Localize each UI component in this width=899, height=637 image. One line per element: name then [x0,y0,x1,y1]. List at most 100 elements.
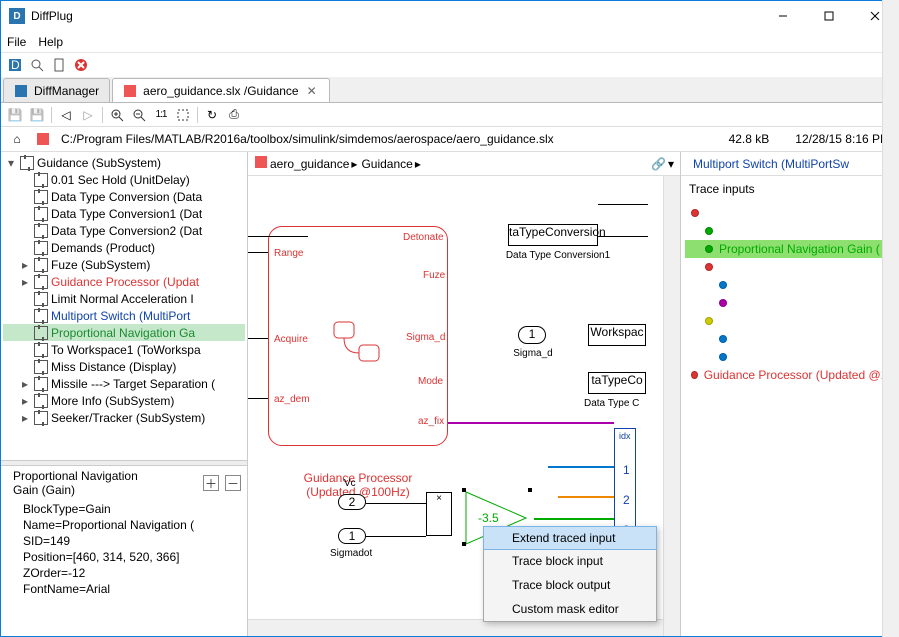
zoom-1to1-icon[interactable]: 1:1 [153,107,169,123]
link-icon[interactable]: 🔗 [651,157,666,171]
block-icon [34,360,48,374]
trace-item[interactable] [685,222,894,240]
tree-item[interactable]: Proportional Navigation Ga [3,324,245,341]
property-row[interactable]: Name=Proportional Navigation ( [1,517,247,533]
trace-item[interactable]: Guidance Processor (Updated @10 [685,366,894,384]
menu-help[interactable]: Help [38,35,63,49]
tree-item[interactable]: ▸Missile ---> Target Separation ( [3,375,245,392]
tree-item[interactable]: Demands (Product) [3,239,245,256]
document-icon[interactable] [51,57,67,73]
tree-item[interactable]: ▸Guidance Processor (Updat [3,273,245,290]
tree-item[interactable]: ▸Fuze (SubSystem) [3,256,245,273]
tree-item-label: Missile ---> Target Separation ( [51,377,215,391]
block-workspace[interactable]: Workspac [588,324,646,346]
block-datatype-conv1[interactable]: taTypeConversion [508,224,598,246]
trace-item[interactable] [685,312,894,330]
port-azfix: az_fix [418,416,444,427]
trace-item[interactable] [685,276,894,294]
tree-root[interactable]: ▾ Guidance (SubSystem) [3,154,245,171]
selection-handle[interactable] [462,488,466,492]
canvas-scrollbar-v[interactable] [663,176,680,636]
crumb-guidance[interactable]: Guidance▸ [359,157,420,171]
saveall-icon[interactable]: 💾 [29,107,45,123]
tree-item[interactable]: Miss Distance (Display) [3,358,245,375]
app-toolbar-icon[interactable]: D [7,57,23,73]
tab-guidance[interactable]: aero_guidance.slx /Guidance ✕ [112,78,330,102]
home-icon[interactable]: ⌂ [9,131,25,147]
selection-handle[interactable] [528,488,532,492]
menu-file[interactable]: File [7,35,26,49]
tree-item[interactable]: Limit Normal Acceleration I [3,290,245,307]
trace-dot-icon [719,335,727,343]
cancel-icon[interactable] [73,57,89,73]
model-tree[interactable]: ▾ Guidance (SubSystem) 0.01 Sec Hold (Un… [1,152,247,460]
trace-list[interactable]: Proportional Navigation Gain ( Guidance P… [681,202,898,386]
port-detonate: Detonate [403,232,444,243]
maximize-button[interactable] [806,1,852,31]
property-row[interactable]: SID=149 [1,533,247,549]
tree-item[interactable]: Data Type Conversion (Data [3,188,245,205]
zoom-in-icon[interactable] [109,107,125,123]
crumb-root[interactable]: aero_guidance▸ [254,155,357,172]
tree-item[interactable]: Multiport Switch (MultiPort [3,307,245,324]
block-datatype-conv2[interactable]: taTypeCo [588,372,646,394]
context-menu: Extend traced input Trace block input Tr… [483,526,657,622]
tree-item[interactable]: ▸More Info (SubSystem) [3,392,245,409]
trace-dot-icon [719,353,727,361]
refresh-icon[interactable]: ↻ [204,107,220,123]
trace-item-label: Guidance Processor (Updated @10 [704,368,894,382]
tree-item[interactable]: 0.01 Sec Hold (UnitDelay) [3,171,245,188]
ctx-trace-block-output[interactable]: Trace block output [484,573,656,597]
statechart-icon [329,317,389,367]
zoom-out-icon[interactable] [131,107,147,123]
trace-item[interactable] [685,330,894,348]
block-vc-port[interactable]: 2 [338,494,366,510]
forward-icon[interactable]: ▷ [80,107,96,123]
block-sigmadot-port[interactable]: 1 [338,528,366,544]
ctx-extend-traced-input[interactable]: Extend traced input [483,526,657,550]
block-product[interactable]: × [426,492,452,536]
trace-item[interactable] [685,348,894,366]
wire [366,503,426,504]
tree-item[interactable]: To Workspace1 (ToWorkspa [3,341,245,358]
trace-item[interactable] [685,204,894,222]
search-icon[interactable] [29,57,45,73]
property-row[interactable]: ZOrder=-12 [1,565,247,581]
save-icon[interactable]: 💾 [7,107,23,123]
window-title: DiffPlug [31,9,760,23]
selection-handle[interactable] [462,542,466,546]
block-sigmad-port[interactable]: 1 [518,326,546,344]
expand-all-button[interactable]: ＋ [203,475,219,491]
tree-label: Guidance (SubSystem) [37,156,161,170]
app-icon: D [9,8,25,24]
trace-dot-icon [719,281,727,289]
tree-item[interactable]: Data Type Conversion2 (Dat [3,222,245,239]
tab-close-icon[interactable]: ✕ [305,84,319,98]
collapse-all-button[interactable]: － [225,475,241,491]
editor-tabs: DiffManager aero_guidance.slx /Guidance … [1,77,898,103]
tree-item-label: Multiport Switch (MultiPort [51,309,190,323]
tree-item-label: More Info (SubSystem) [51,394,174,408]
wire-traced [548,466,614,468]
ctx-trace-block-input[interactable]: Trace block input [484,549,656,573]
trace-item[interactable] [685,294,894,312]
tab-diffmanager[interactable]: DiffManager [3,78,110,102]
minimize-button[interactable] [760,1,806,31]
tree-item[interactable]: Data Type Conversion1 (Dat [3,205,245,222]
trace-dot-icon [705,317,713,325]
dropdown-icon[interactable]: ▾ [668,157,674,171]
diagram-canvas[interactable]: Guidance Processor(Updated @100Hz) Range… [248,176,680,636]
trace-item[interactable]: Proportional Navigation Gain ( [685,240,894,258]
property-row[interactable]: BlockType=Gain [1,501,247,517]
property-row[interactable]: FontName=Arial [1,581,247,597]
trace-item[interactable] [685,258,894,276]
editor-toolbar: 💾 💾 ◁ ▷ 1:1 ↻ ⎙ [1,103,898,127]
back-icon[interactable]: ◁ [58,107,74,123]
file-date: 12/28/15 8:16 PM [795,132,890,146]
tree-item-label: Data Type Conversion1 (Dat [51,207,202,221]
print-icon[interactable]: ⎙ [226,107,242,123]
property-row[interactable]: Position=[460, 314, 520, 366] [1,549,247,565]
ctx-custom-mask-editor[interactable]: Custom mask editor [484,597,656,621]
zoom-fit-icon[interactable] [175,107,191,123]
tree-item[interactable]: ▸Seeker/Tracker (SubSystem) [3,409,245,426]
